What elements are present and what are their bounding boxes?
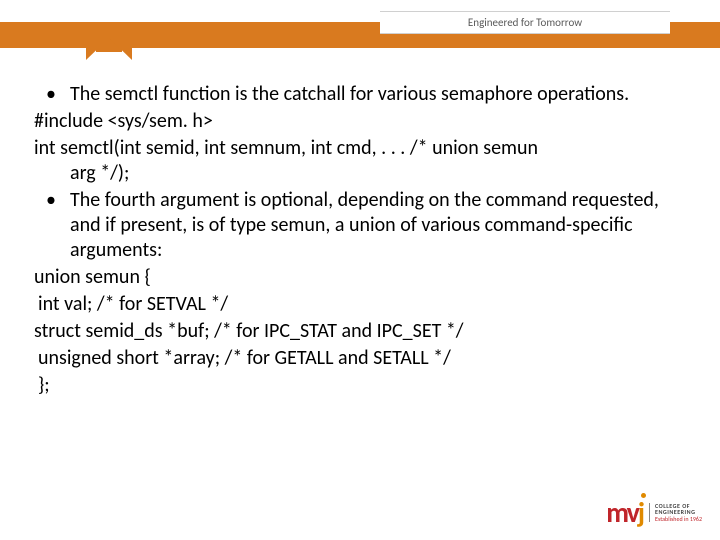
content-line: unsigned short *array; /* for GETALL and… <box>34 346 684 371</box>
content-line: }; <box>34 373 684 398</box>
content-line: The fourth argument is optional, dependi… <box>34 188 684 263</box>
content-line-text: int semctl(int semid, int semnum, int cm… <box>34 136 538 160</box>
content-line: union semun { <box>34 265 684 290</box>
slide: Engineered for Tomorrow The semctl funct… <box>0 0 720 540</box>
logo-letter-j: j <box>638 495 643 530</box>
content-list: The semctl function is the catchall for … <box>34 82 684 398</box>
slide-content: The semctl function is the catchall for … <box>34 82 684 400</box>
tagline-text: Engineered for Tomorrow <box>468 16 582 29</box>
footer-logo: mvj COLLEGE OF ENGINEERING Established i… <box>606 495 702 530</box>
logo-mark: mvj <box>606 495 643 530</box>
logo-text-line3: Established in 1962 <box>655 516 702 523</box>
content-line: #include <sys/sem. h> <box>34 109 684 134</box>
header-notch <box>86 38 132 60</box>
logo-text: COLLEGE OF ENGINEERING Established in 19… <box>649 503 702 523</box>
logo-letter-v: v <box>627 495 638 530</box>
logo-letter-m: m <box>606 495 626 530</box>
content-line-cont: arg */); <box>34 161 129 185</box>
content-line: struct semid_ds *buf; /* for IPC_STAT an… <box>34 319 684 344</box>
content-line: int val; /* for SETVAL */ <box>34 292 684 317</box>
content-line: int semctl(int semid, int semnum, int cm… <box>34 136 684 186</box>
content-line: The semctl function is the catchall for … <box>34 82 684 107</box>
tagline-box: Engineered for Tomorrow <box>380 11 670 34</box>
